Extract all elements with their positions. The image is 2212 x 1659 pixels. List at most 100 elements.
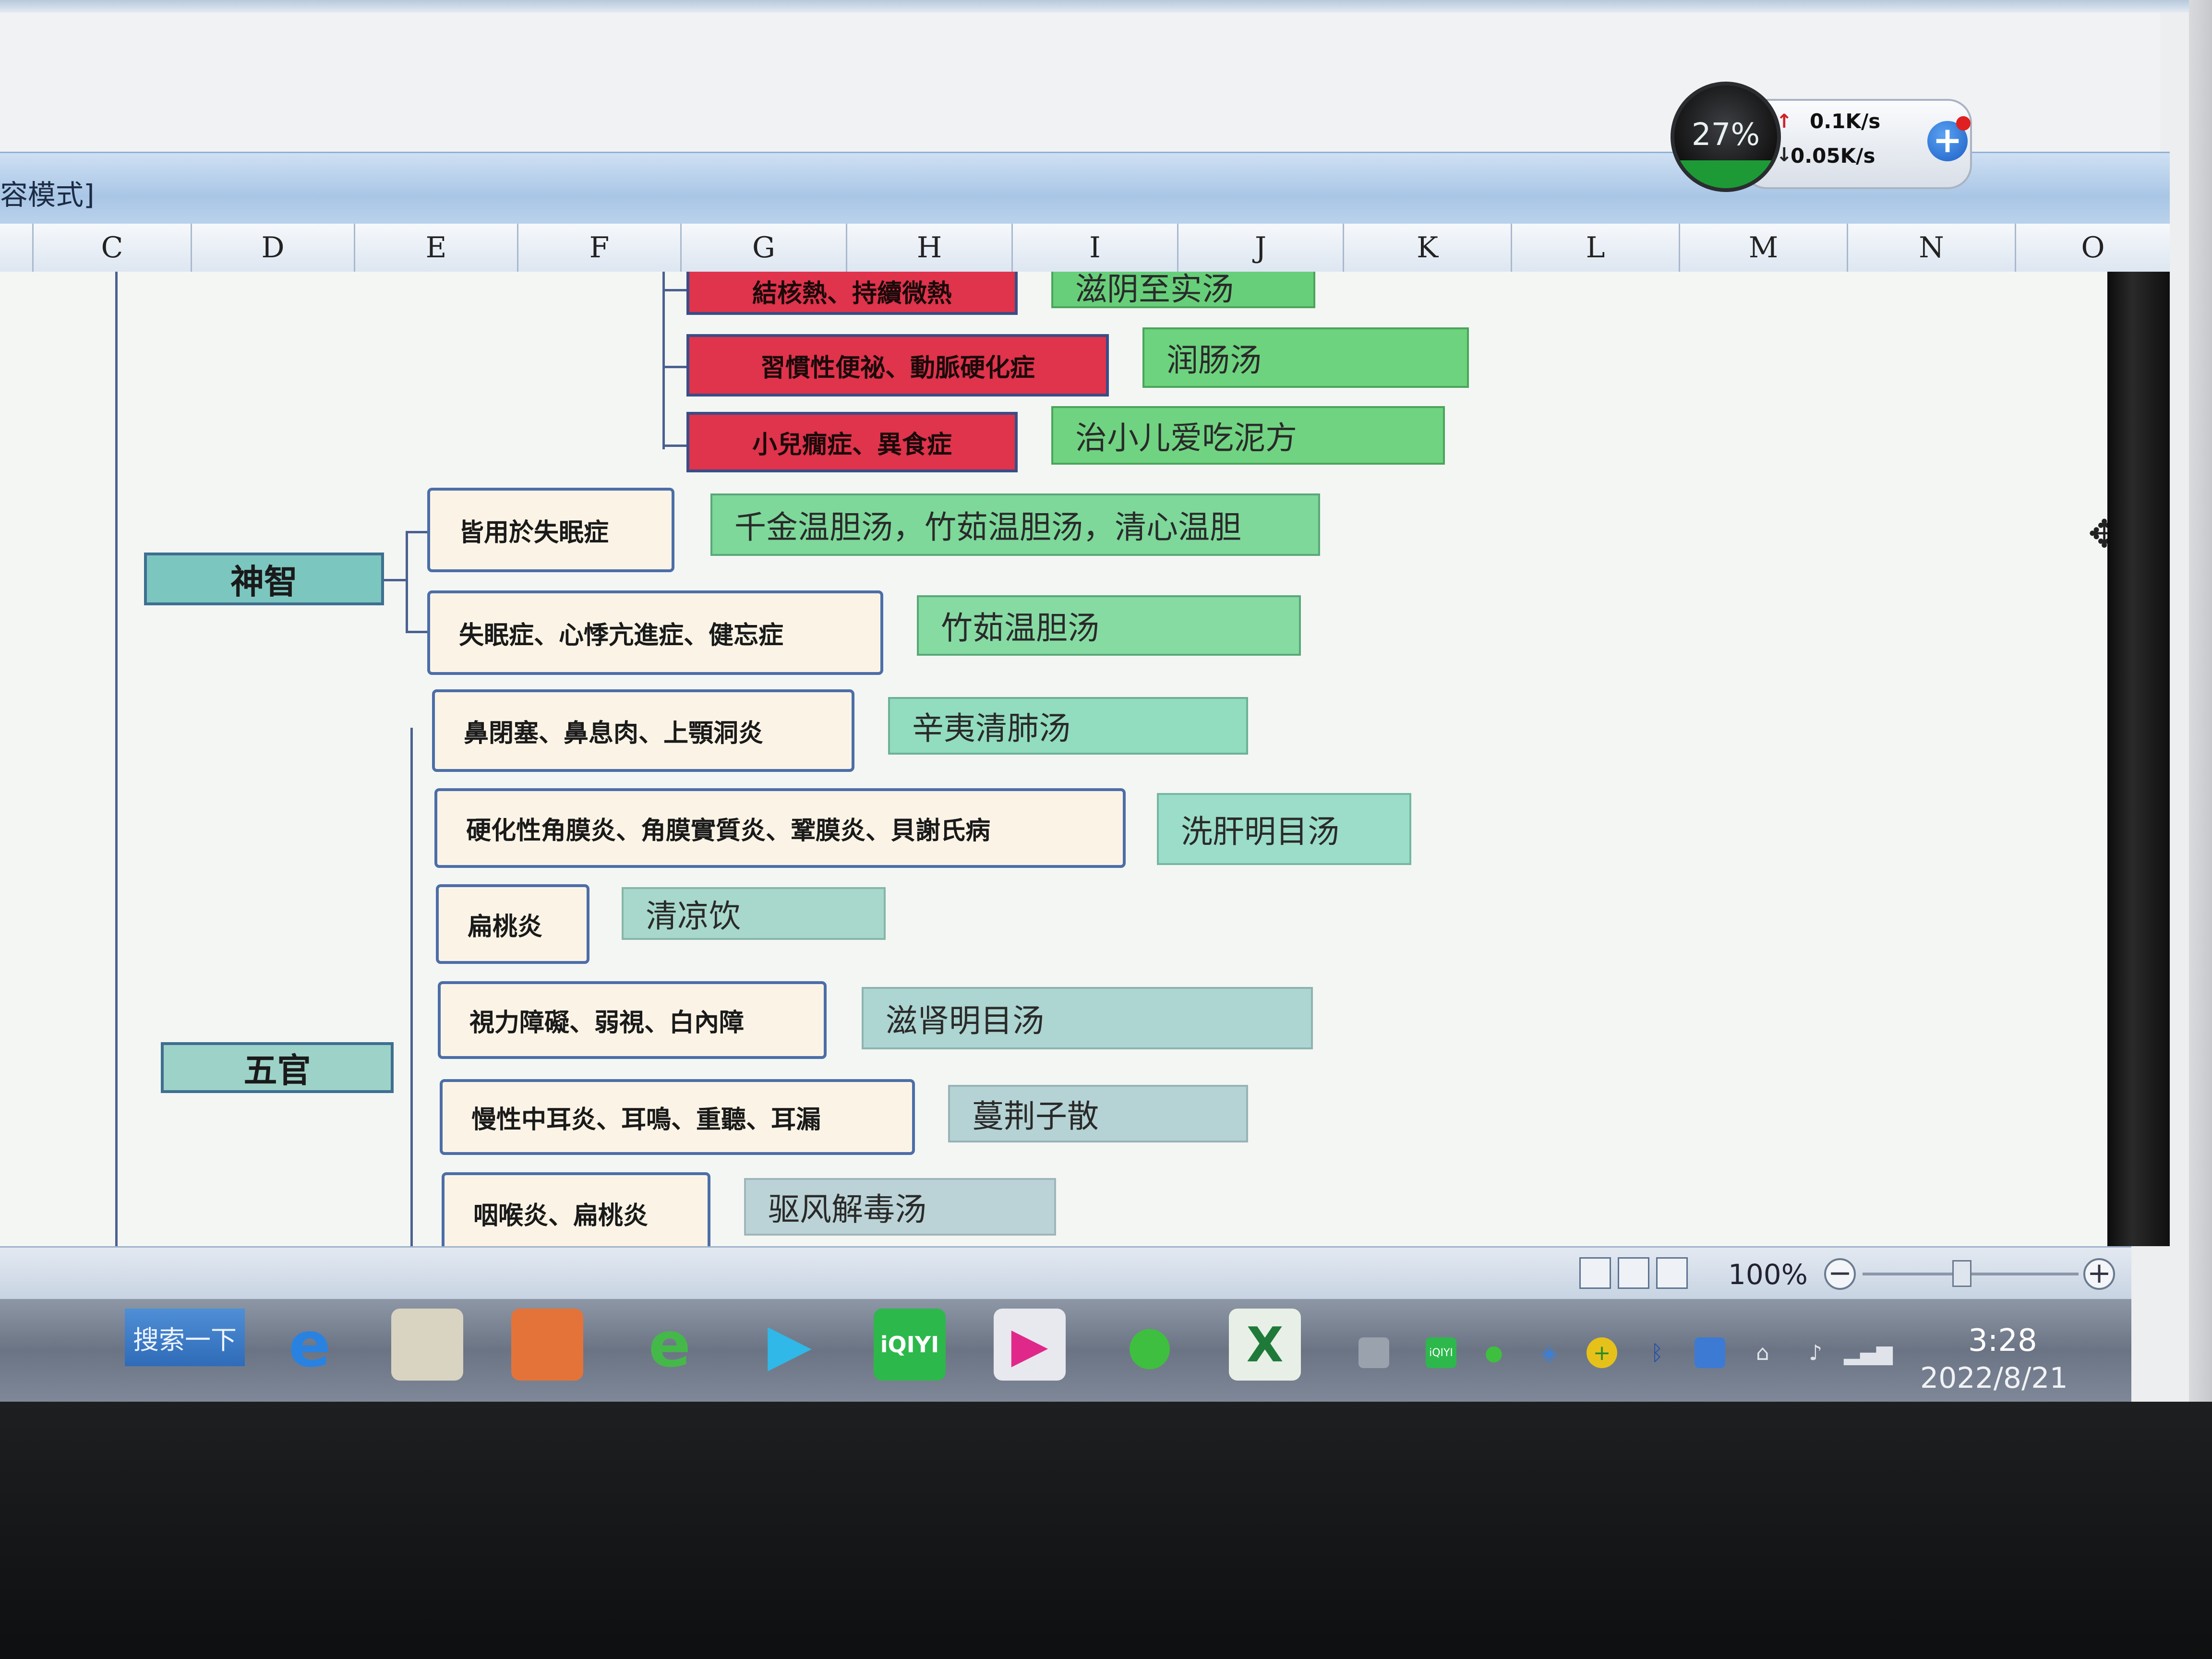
column-header-m[interactable]: M: [1680, 224, 1848, 272]
branch-line-red: [662, 272, 665, 449]
wechat-tray-icon[interactable]: ●: [1479, 1337, 1509, 1368]
remedy-label: 蔓荆子散: [972, 1098, 1099, 1135]
branch-tick: [662, 289, 686, 291]
file-explorer-icon[interactable]: [391, 1309, 463, 1381]
page-break-view-icon[interactable]: [1656, 1257, 1688, 1289]
remedy-label: 润肠汤: [1166, 342, 1262, 379]
remedy-node-wuguan-3[interactable]: 滋肾明目汤: [862, 987, 1313, 1049]
column-header-f[interactable]: F: [518, 224, 682, 272]
page-layout-view-icon[interactable]: [1618, 1257, 1649, 1289]
red-node-0[interactable]: 結核熱、持續微熱: [686, 272, 1018, 315]
symptom-label: 扁桃炎: [468, 912, 543, 941]
column-header-n[interactable]: N: [1848, 224, 2016, 272]
branch-tick: [662, 445, 686, 447]
symptom-node-shenzhi-1[interactable]: 失眠症、心悸亢進症、健忘症: [427, 590, 883, 675]
remedy-node-wuguan-1[interactable]: 洗肝明目汤: [1157, 793, 1411, 865]
branch-tick: [406, 631, 427, 633]
taskbar: 搜索一下 e e ▶ iQIYI ▶ ● X iQIYI ● ◈ + ᛒ ⌂ ♪…: [0, 1299, 2131, 1402]
wechat-icon[interactable]: ●: [1114, 1309, 1186, 1381]
red-node-1[interactable]: 習慣性便祕、動脈硬化症: [686, 334, 1109, 397]
notification-dot: [1956, 116, 1971, 131]
window-title: 容模式]: [0, 179, 95, 211]
clock-date[interactable]: 2022/8/21: [1920, 1361, 2068, 1395]
node-label: 結核熱、持續微熱: [752, 279, 952, 308]
column-header-g[interactable]: G: [682, 224, 847, 272]
signal-icon[interactable]: ▂▄▆: [1844, 1337, 1893, 1368]
ie-icon[interactable]: e: [274, 1308, 346, 1381]
remedy-node-shenzhi-1[interactable]: 竹茹温胆汤: [917, 595, 1301, 656]
plus-tray-icon[interactable]: +: [1587, 1337, 1617, 1368]
volume-icon[interactable]: ♪: [1800, 1337, 1831, 1368]
download-rate: 0.05K/s: [1791, 144, 1875, 168]
bluetooth-icon[interactable]: ᛒ: [1642, 1337, 1672, 1368]
symptom-label: 慢性中耳炎、耳鳴、重聽、耳漏: [471, 1105, 821, 1134]
upload-rate: 0.1K/s: [1810, 109, 1881, 133]
column-header-k[interactable]: K: [1344, 224, 1512, 272]
taskbar-search-box[interactable]: 搜索一下: [125, 1309, 245, 1366]
iqiyi-tray-icon[interactable]: iQIYI: [1426, 1337, 1456, 1368]
symptom-node-wuguan-0[interactable]: 鼻閉塞、鼻息肉、上顎洞炎: [432, 689, 854, 772]
remedy-label: 辛夷清肺汤: [912, 710, 1070, 747]
remedy-node-wuguan-0[interactable]: 辛夷清肺汤: [888, 697, 1248, 755]
remedy-node-shenzhi-0[interactable]: 千金温胆汤，竹茹温胆汤，清心温胆: [710, 493, 1320, 556]
remedy-label: 滋肾明目汤: [886, 1002, 1044, 1039]
remedy-label: 治小儿爱吃泥方: [1075, 420, 1297, 457]
zoom-out-button[interactable]: −: [1824, 1258, 1856, 1290]
remedy-label: 滋阴至实汤: [1075, 272, 1234, 308]
zoom-level[interactable]: 100%: [1728, 1258, 1808, 1291]
screen: 容模式] C D E F G H I J K L M N O 結核熱、持續微熱 …: [0, 0, 2189, 1402]
branch-line-wuguan: [410, 728, 413, 1246]
worksheet-grid[interactable]: 結核熱、持續微熱 滋阴至实汤 習慣性便祕、動脈硬化症 润肠汤 小兒癇症、異食症 …: [0, 272, 2107, 1246]
remedy-node-0[interactable]: 滋阴至实汤: [1051, 272, 1315, 308]
vertical-scrollbar[interactable]: [2107, 272, 2170, 1246]
youku-icon[interactable]: ▶: [994, 1309, 1066, 1381]
keyboard-icon[interactable]: [1358, 1337, 1389, 1368]
category-node-shenzhi[interactable]: 神智: [144, 553, 384, 605]
remedy-label: 洗肝明目汤: [1181, 813, 1339, 850]
column-header-d[interactable]: D: [192, 224, 355, 272]
category-node-wuguan[interactable]: 五官: [161, 1042, 394, 1093]
symptom-label: 咽喉炎、扁桃炎: [473, 1201, 649, 1230]
symptom-node-wuguan-1[interactable]: 硬化性角膜炎、角膜實質炎、鞏膜炎、貝謝氏病: [434, 788, 1126, 868]
usb-icon[interactable]: ⌂: [1747, 1337, 1778, 1368]
symptom-node-wuguan-5[interactable]: 咽喉炎、扁桃炎: [442, 1172, 710, 1246]
remedy-node-2[interactable]: 治小儿爱吃泥方: [1051, 406, 1445, 465]
column-header-e[interactable]: E: [355, 224, 518, 272]
cpu-usage-dial[interactable]: 27%: [1671, 82, 1781, 192]
branch-line-shenzhi: [406, 531, 408, 632]
branch-tick: [662, 366, 686, 368]
red-node-2[interactable]: 小兒癇症、異食症: [686, 412, 1018, 472]
ie-green-icon[interactable]: e: [634, 1308, 706, 1381]
remedy-node-wuguan-2[interactable]: 清凉饮: [622, 887, 886, 940]
zoom-in-button[interactable]: +: [2083, 1258, 2115, 1290]
upload-arrow-icon: ↑: [1776, 110, 1792, 132]
column-header-o[interactable]: O: [2016, 224, 2170, 272]
column-header-h[interactable]: H: [847, 224, 1013, 272]
remedy-node-wuguan-4[interactable]: 蔓荆子散: [948, 1085, 1248, 1142]
symptom-node-shenzhi-0[interactable]: 皆用於失眠症: [427, 488, 674, 572]
symptom-node-wuguan-3[interactable]: 視力障礙、弱視、白內障: [438, 981, 827, 1059]
monitor-bezel: [0, 1402, 2212, 1659]
video-play-icon[interactable]: ▶: [754, 1309, 826, 1381]
category-label: 五官: [243, 1050, 311, 1090]
media-player-icon[interactable]: [511, 1309, 583, 1381]
excel-icon[interactable]: X: [1229, 1309, 1301, 1381]
network-icon[interactable]: [1695, 1337, 1725, 1368]
symptom-node-wuguan-4[interactable]: 慢性中耳炎、耳鳴、重聽、耳漏: [440, 1079, 915, 1155]
normal-view-icon[interactable]: [1579, 1257, 1611, 1289]
zoom-slider-thumb[interactable]: [1952, 1260, 1972, 1287]
remedy-node-wuguan-5[interactable]: 驱风解毒汤: [744, 1178, 1056, 1236]
column-header-row: C D E F G H I J K L M N O: [0, 224, 2170, 273]
mindmap-trunk-line: [115, 272, 118, 1246]
column-header-i[interactable]: I: [1013, 224, 1178, 272]
column-header-j[interactable]: J: [1178, 224, 1344, 272]
column-header-l[interactable]: L: [1512, 224, 1680, 272]
remedy-node-1[interactable]: 润肠汤: [1142, 327, 1469, 388]
clock-time[interactable]: 3:28: [1968, 1323, 2037, 1358]
symptom-label: 視力障礙、弱視、白內障: [469, 1008, 745, 1037]
symptom-node-wuguan-2[interactable]: 扁桃炎: [436, 884, 589, 964]
shield-icon[interactable]: ◈: [1534, 1337, 1564, 1368]
column-header-c[interactable]: C: [34, 224, 192, 272]
iqiyi-icon[interactable]: iQIYI: [874, 1309, 946, 1381]
remedy-label: 清凉饮: [646, 898, 741, 935]
